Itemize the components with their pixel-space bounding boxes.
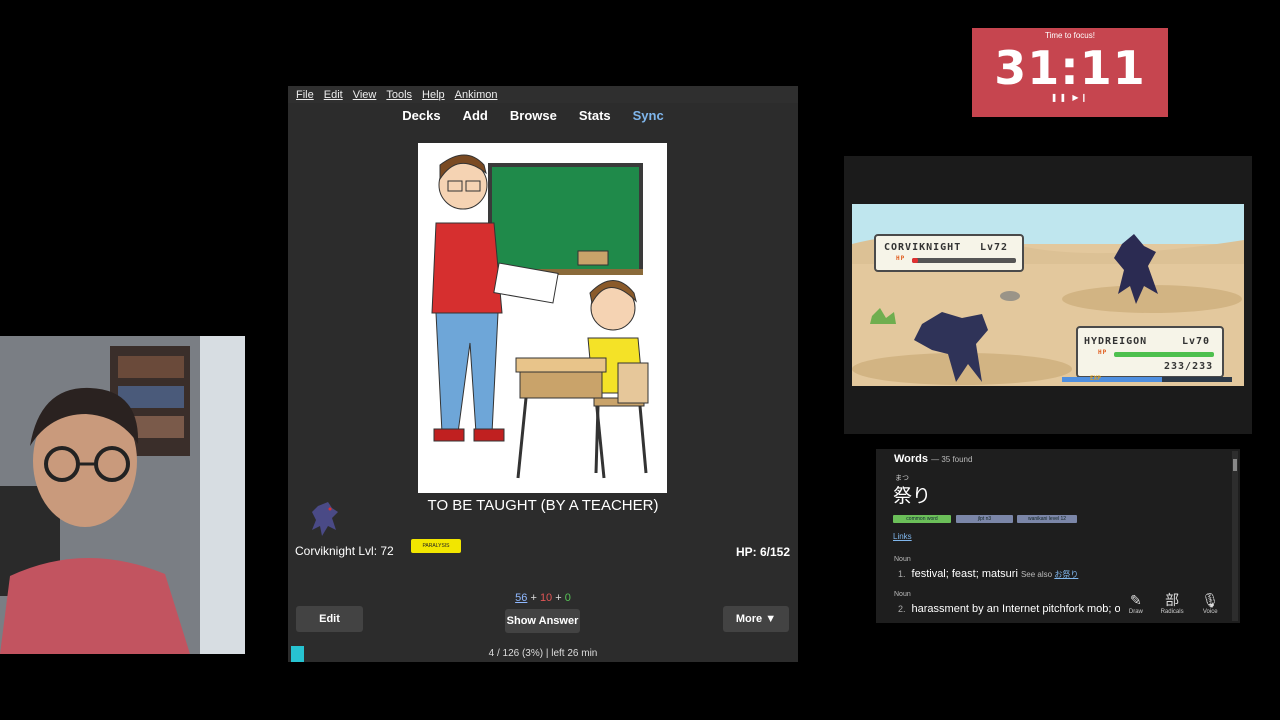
enemy-hp-box: CORVIKNIGHT Lv72 HP <box>874 234 1024 272</box>
focus-timer: Time to focus! 31:11 ❚❚ ▶❙ <box>972 28 1168 117</box>
review-count: 0 <box>564 592 571 604</box>
status-badge: PARALYSIS <box>411 539 461 553</box>
main-toolbar: Decks Add Browse Stats Sync <box>288 103 798 127</box>
radical-icon: 部 <box>1165 592 1180 608</box>
player-name: HYDREIGON <box>1084 336 1148 347</box>
voice-label: Voice <box>1202 609 1218 615</box>
battle-scene: CORVIKNIGHT Lv72 HP HYDREIGON Lv70 HP 23… <box>852 204 1244 386</box>
common-word-tag: common word <box>893 515 951 523</box>
enemy-name: CORVIKNIGHT <box>884 242 962 253</box>
timer-title: Time to focus! <box>1045 31 1095 40</box>
stats-link[interactable]: Stats <box>579 108 611 123</box>
radicals-label: Radicals <box>1160 609 1184 615</box>
jlpt-tag: jlpt n3 <box>956 515 1013 523</box>
player-hp-text: 233/233 <box>1164 361 1214 372</box>
draw-label: Draw <box>1128 609 1143 615</box>
exp-bar-track <box>1062 377 1232 382</box>
pokemon-label: Corviknight Lvl: 72 <box>295 544 394 558</box>
sense-2-text: harassment by an Internet pitchfork mob;… <box>911 603 1127 615</box>
corviknight-sprite <box>312 502 338 536</box>
draw-tool[interactable]: ✎ Draw <box>1129 591 1143 623</box>
due-counts: 56 + 10 + 0 <box>288 592 798 604</box>
sense-2-number: 2. <box>898 604 906 614</box>
sync-link[interactable]: Sync <box>633 108 664 123</box>
sense-1: 1. festival; feast; matsuri See also お祭り <box>898 568 1078 580</box>
card-front-text: TO BE TAUGHT (BY A TEACHER) <box>427 497 659 514</box>
menu-help[interactable]: Help <box>422 89 445 101</box>
sense-1-pos: Noun <box>894 556 911 563</box>
enemy-hp-bar <box>912 258 918 263</box>
microphone-icon: 🎙 <box>1201 592 1220 608</box>
anki-window: File Edit View Tools Help Ankimon Decks … <box>288 86 798 662</box>
sense-1-number: 1. <box>898 569 906 579</box>
pencil-icon: ✎ <box>1130 592 1142 608</box>
words-count: — 35 found <box>931 455 973 464</box>
progress-text: 4 / 126 (3%) | left 26 min <box>488 648 598 659</box>
lookup-tools: ✎ Draw 部 Radicals 🎙 Voice <box>1120 591 1228 623</box>
learn-count: 10 <box>539 592 553 604</box>
player-hp-tag: HP <box>1098 349 1108 356</box>
player-hp-box: HYDREIGON Lv70 HP 233/233 <box>1076 326 1224 378</box>
menu-edit[interactable]: Edit <box>324 89 343 101</box>
plus-sign: + <box>530 592 537 604</box>
menu-bar: File Edit View Tools Help Ankimon <box>288 86 798 103</box>
game-panel: CORVIKNIGHT Lv72 HP HYDREIGON Lv70 HP 23… <box>844 156 1252 434</box>
exp-bar <box>1062 377 1162 382</box>
radicals-tool[interactable]: 部 Radicals <box>1161 591 1184 623</box>
player-hp-bar <box>1114 352 1214 357</box>
menu-file[interactable]: File <box>296 89 314 101</box>
menu-tools[interactable]: Tools <box>386 89 412 101</box>
menu-view[interactable]: View <box>353 89 377 101</box>
add-link[interactable]: Add <box>463 108 488 123</box>
webcam-feed <box>0 336 245 654</box>
words-panel: Words — 35 found まつ 祭り common word jlpt … <box>876 449 1240 623</box>
sense-1-text: festival; feast; matsuri <box>911 568 1018 580</box>
show-answer-button[interactable]: Show Answer <box>505 609 580 633</box>
edit-button[interactable]: Edit <box>296 606 363 632</box>
player-level: Lv70 <box>1182 336 1211 347</box>
exp-tag: EXP <box>1090 375 1101 382</box>
voice-tool[interactable]: 🎙 Voice <box>1201 591 1219 623</box>
see-also-link[interactable]: お祭り <box>1054 570 1078 579</box>
see-also-label: See also <box>1020 570 1053 579</box>
sense-2: 2. harassment by an Internet pitchfork mo… <box>898 603 1127 615</box>
headword: 祭り <box>893 485 932 507</box>
enemy-hp-tag: HP <box>896 255 906 262</box>
hp-text: HP: 6/152 <box>735 545 790 559</box>
sense-2-pos: Noun <box>894 591 911 598</box>
card-illustration <box>418 143 667 493</box>
menu-ankimon[interactable]: Ankimon <box>455 89 498 101</box>
new-count[interactable]: 56 <box>515 592 527 604</box>
words-header: Words — 35 found <box>894 453 972 465</box>
timer-time: 31:11 <box>994 41 1146 95</box>
wanikani-tag: wanikani level 12 <box>1017 515 1077 523</box>
more-button[interactable]: More ▼ <box>723 606 789 632</box>
words-scroll-thumb[interactable] <box>1233 459 1237 471</box>
words-scrollbar[interactable] <box>1232 451 1238 621</box>
decks-link[interactable]: Decks <box>402 108 440 123</box>
words-title: Words <box>894 453 929 465</box>
links-link[interactable]: Links <box>893 532 912 541</box>
enemy-level: Lv72 <box>980 242 1009 253</box>
browse-link[interactable]: Browse <box>510 108 557 123</box>
plus-sign: + <box>555 592 562 604</box>
